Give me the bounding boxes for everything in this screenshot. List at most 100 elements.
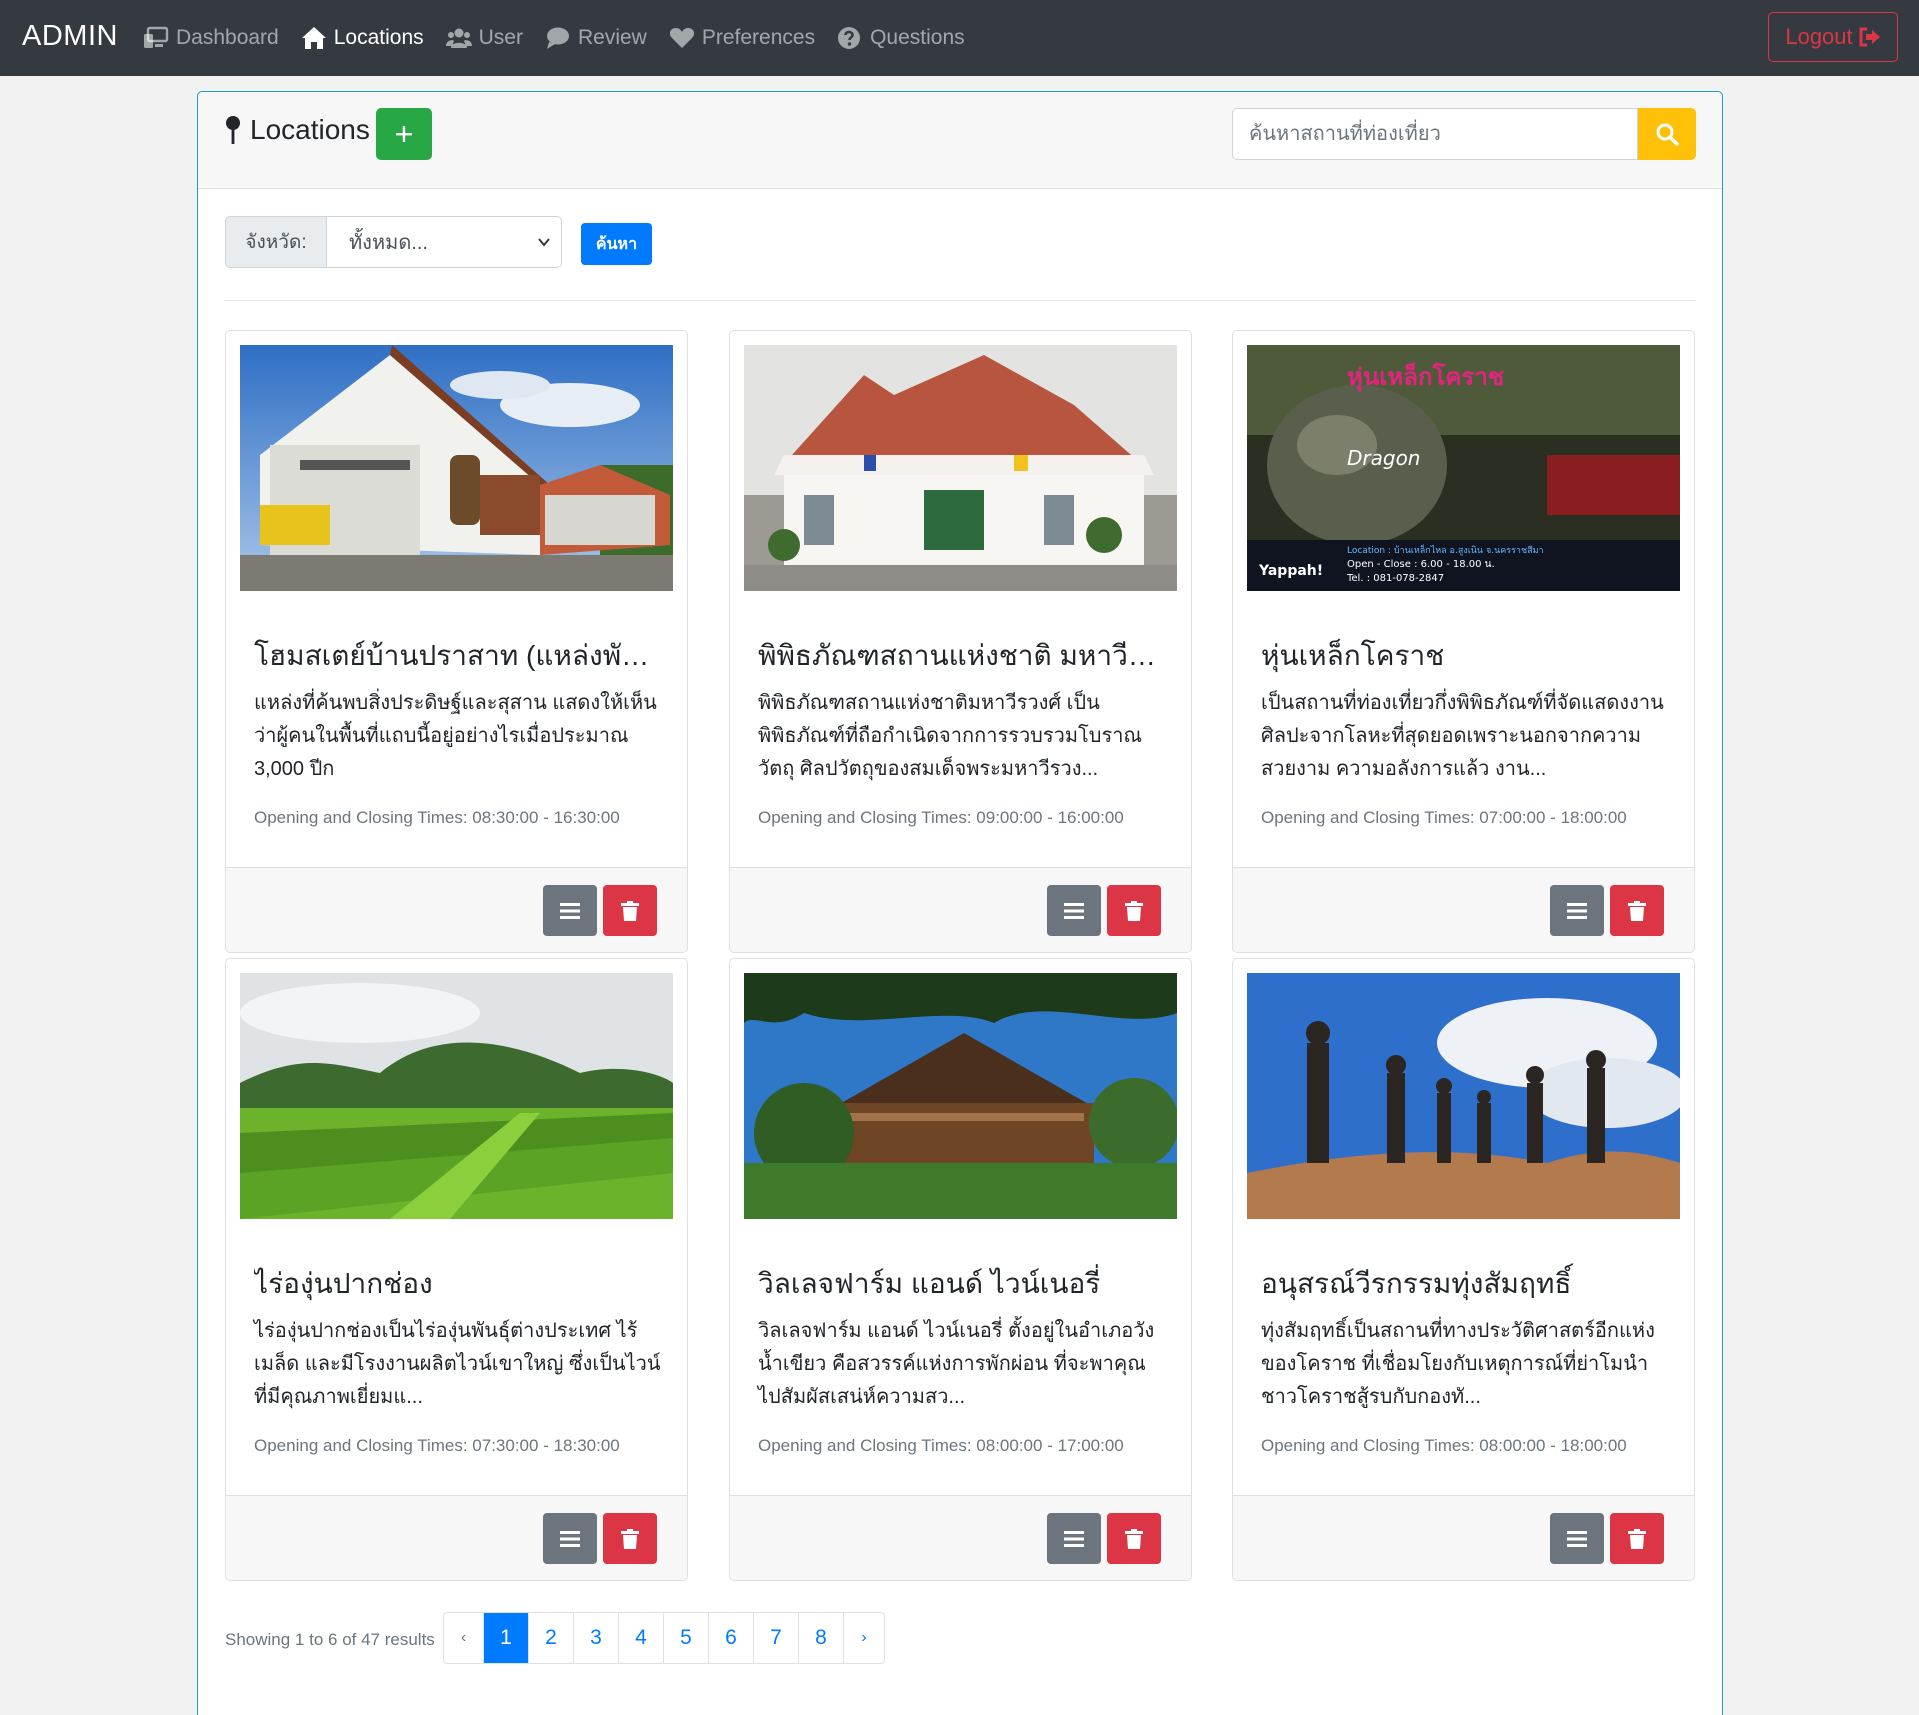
- delete-button[interactable]: [603, 885, 657, 936]
- card-description: พิพิธภัณฑสถานแห่งชาติมหาวีรวงศ์ เป็นพิพิ…: [758, 692, 1142, 780]
- card-footer: [226, 1495, 687, 1580]
- delete-button[interactable]: [603, 1513, 657, 1564]
- map-pin-icon: [226, 116, 240, 144]
- card-description: ทุ่งสัมฤทธิ์เป็นสถานที่ทางประวัติศาสตร์อ…: [1261, 1320, 1655, 1408]
- nav-item-label: Preferences: [701, 26, 816, 49]
- trash-icon: [621, 900, 639, 921]
- trash-icon: [1125, 900, 1143, 921]
- location-card: อนุสรณ์วีรกรรมทุ่งสัมฤทธิ์ ทุ่งสัมฤทธิ์เ…: [1232, 958, 1695, 1581]
- image-text-tel: Tel. : 081-078-2847: [1346, 573, 1444, 584]
- location-image: [240, 973, 673, 1219]
- search-icon: [1656, 123, 1679, 146]
- province-select-value: ทั้งหมด...: [349, 232, 428, 254]
- panel-header: Locations +: [198, 92, 1722, 189]
- location-image: [1247, 973, 1680, 1219]
- location-card: พิพิธภัณฑสถานแห่งชาติ มหาวีรวง พิพิธภัณฑ…: [729, 330, 1192, 953]
- comment-icon: [546, 27, 569, 49]
- list-icon: [1567, 1530, 1587, 1547]
- sign-out-icon: [1859, 27, 1880, 47]
- details-button[interactable]: [1550, 885, 1604, 936]
- card-description: ไร่องุ่นปากช่องเป็นไร่องุ่นพันธุ์ต่างประ…: [254, 1320, 661, 1408]
- search-input[interactable]: [1232, 108, 1638, 160]
- pagination-page[interactable]: 6: [709, 1613, 754, 1663]
- list-icon: [1064, 1530, 1084, 1547]
- card-hours: Opening and Closing Times: 08:00:00 - 18…: [1261, 1436, 1627, 1455]
- nav-item-preferences[interactable]: Preferences: [669, 26, 815, 50]
- pagination-page[interactable]: 4: [619, 1613, 664, 1663]
- logout-label: Logout: [1785, 24, 1853, 49]
- card-title[interactable]: โฮมสเตย์บ้านปราสาท (แหล่งพักชุมชนบ้านปรา…: [254, 634, 664, 678]
- location-image: [744, 973, 1177, 1219]
- divider: [225, 300, 1695, 301]
- pagination-page[interactable]: 8: [799, 1613, 844, 1663]
- nav-menu: Dashboard Locations User Review Preferen…: [143, 0, 987, 76]
- pagination-page[interactable]: 3: [574, 1613, 619, 1663]
- trash-icon: [1628, 900, 1646, 921]
- top-navbar: ADMIN Dashboard Locations User Review Pr…: [0, 0, 1919, 76]
- search-group: [1232, 108, 1696, 160]
- locations-panel: Locations + จังหวัด: ทั้งหมด... ค้นหา: [197, 91, 1723, 1715]
- nav-item-label: User: [478, 26, 523, 49]
- card-hours: Opening and Closing Times: 08:30:00 - 16…: [254, 808, 620, 827]
- question-circle-icon: [838, 27, 861, 49]
- add-location-button[interactable]: +: [376, 108, 432, 160]
- card-title[interactable]: หุ่นเหล็กโคราช: [1261, 634, 1671, 678]
- results-summary: Showing 1 to 6 of 47 results: [225, 1630, 435, 1649]
- pagination-prev[interactable]: ‹: [444, 1613, 484, 1663]
- nav-item-dashboard[interactable]: Dashboard: [143, 26, 279, 50]
- page-title: Locations: [224, 114, 370, 146]
- details-button[interactable]: [1047, 1513, 1101, 1564]
- nav-item-user[interactable]: User: [445, 26, 523, 50]
- image-text-middle: Dragon: [1347, 446, 1421, 470]
- pagination-page[interactable]: 2: [529, 1613, 574, 1663]
- card-footer: [226, 867, 687, 952]
- nav-item-questions[interactable]: Questions: [837, 26, 965, 50]
- image-text-hours: Open - Close : 6.00 - 18.00 น.: [1347, 559, 1495, 570]
- details-button[interactable]: [543, 885, 597, 936]
- delete-button[interactable]: [1610, 885, 1664, 936]
- card-title[interactable]: อนุสรณ์วีรกรรมทุ่งสัมฤทธิ์: [1261, 1262, 1671, 1306]
- nav-item-label: Dashboard: [176, 26, 279, 49]
- nav-item-label: Review: [577, 26, 647, 49]
- card-footer: [730, 867, 1191, 952]
- pagination-next[interactable]: ›: [844, 1613, 884, 1663]
- province-select[interactable]: ทั้งหมด...: [327, 216, 562, 268]
- pagination: ‹ 1 2 3 4 5 6 7 8 ›: [443, 1612, 885, 1664]
- logout-button[interactable]: Logout: [1768, 12, 1898, 62]
- pagination-page[interactable]: 7: [754, 1613, 799, 1663]
- location-card: ไร่องุ่นปากช่อง ไร่องุ่นปากช่องเป็นไร่อง…: [225, 958, 688, 1581]
- search-button[interactable]: [1638, 108, 1696, 160]
- delete-button[interactable]: [1107, 1513, 1161, 1564]
- card-hours: Opening and Closing Times: 07:00:00 - 18…: [1261, 808, 1627, 827]
- delete-button[interactable]: [1107, 885, 1161, 936]
- location-image: [240, 345, 673, 591]
- trash-icon: [1628, 1528, 1646, 1549]
- nav-item-locations[interactable]: Locations: [301, 26, 424, 50]
- brand-logo[interactable]: ADMIN: [22, 20, 118, 53]
- card-footer: [1233, 867, 1694, 952]
- details-button[interactable]: [1550, 1513, 1604, 1564]
- details-button[interactable]: [1047, 885, 1101, 936]
- nav-item-label: Questions: [870, 26, 965, 49]
- card-description: แหล่งที่ค้นพบสิ่งประดิษฐ์และสุสาน แสดงให…: [254, 692, 657, 780]
- card-description: วิลเลจฟาร์ม แอนด์ ไวน์เนอรี่ ตั้งอยู่ในอ…: [758, 1320, 1155, 1408]
- chevron-down-icon: [538, 238, 550, 247]
- card-title[interactable]: ไร่องุ่นปากช่อง: [254, 1262, 664, 1306]
- nav-item-review[interactable]: Review: [545, 26, 647, 50]
- province-label: จังหวัด:: [225, 216, 327, 268]
- card-title[interactable]: พิพิธภัณฑสถานแห่งชาติ มหาวีรวง: [758, 634, 1168, 678]
- pagination-page[interactable]: 5: [664, 1613, 709, 1663]
- trash-icon: [621, 1528, 639, 1549]
- list-icon: [1064, 902, 1084, 919]
- card-hours: Opening and Closing Times: 09:00:00 - 16…: [758, 808, 1124, 827]
- pagination-page[interactable]: 1: [484, 1613, 529, 1663]
- image-text-logo: Yappah!: [1258, 563, 1323, 579]
- card-title[interactable]: วิลเลจฟาร์ม แอนด์ ไวน์เนอรี่: [758, 1262, 1168, 1306]
- details-button[interactable]: [543, 1513, 597, 1564]
- province-filter: จังหวัด: ทั้งหมด...: [225, 216, 562, 268]
- delete-button[interactable]: [1610, 1513, 1664, 1564]
- card-description: เป็นสถานที่ท่องเที่ยวกึ่งพิพิธภัณฑ์ที่จั…: [1261, 692, 1664, 780]
- location-card: โฮมสเตย์บ้านปราสาท (แหล่งพักชุมชนบ้านปรา…: [225, 330, 688, 953]
- users-icon: [445, 28, 472, 48]
- filter-search-button[interactable]: ค้นหา: [581, 223, 652, 265]
